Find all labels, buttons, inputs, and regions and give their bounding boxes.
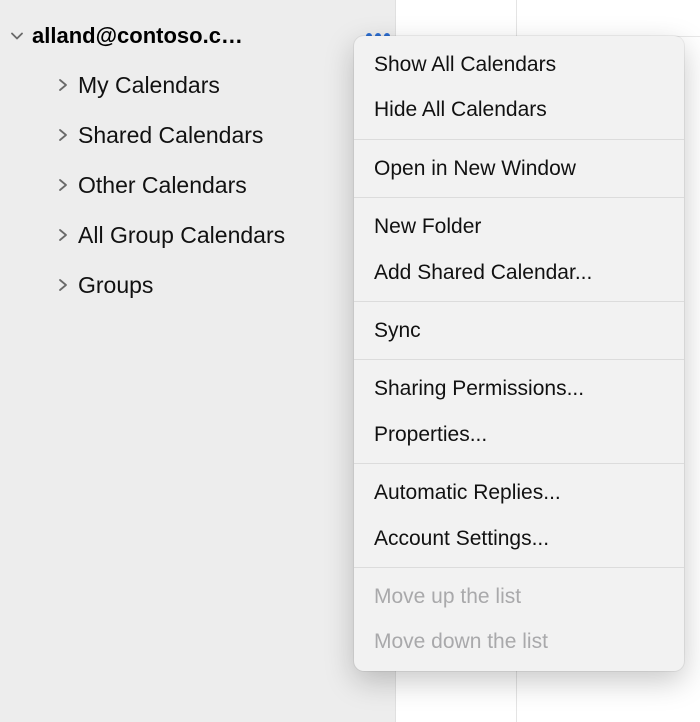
sidebar-item-all-group-calendars[interactable]: All Group Calendars	[0, 210, 395, 260]
menu-item-automatic-replies[interactable]: Automatic Replies...	[354, 470, 684, 515]
sidebar-item-groups[interactable]: Groups	[0, 260, 395, 310]
account-header-row[interactable]: alland@contoso.c…	[0, 18, 395, 54]
menu-item-show-all-calendars[interactable]: Show All Calendars	[354, 42, 684, 87]
menu-separator	[354, 197, 684, 198]
menu-separator	[354, 139, 684, 140]
menu-item-move-down: Move down the list	[354, 619, 684, 664]
menu-separator	[354, 463, 684, 464]
sidebar-item-other-calendars[interactable]: Other Calendars	[0, 160, 395, 210]
menu-item-hide-all-calendars[interactable]: Hide All Calendars	[354, 87, 684, 132]
sidebar-item-label: All Group Calendars	[78, 222, 285, 249]
menu-separator	[354, 301, 684, 302]
menu-item-sharing-permissions[interactable]: Sharing Permissions...	[354, 366, 684, 411]
chevron-right-icon	[52, 124, 74, 146]
menu-separator	[354, 567, 684, 568]
chevron-down-icon	[6, 25, 28, 47]
chevron-right-icon	[52, 274, 74, 296]
sidebar-item-label: Groups	[78, 272, 153, 299]
menu-item-open-in-new-window[interactable]: Open in New Window	[354, 146, 684, 191]
calendar-tree: My Calendars Shared Calendars Other Cale…	[0, 54, 395, 310]
sidebar-item-label: Other Calendars	[78, 172, 247, 199]
menu-item-new-folder[interactable]: New Folder	[354, 204, 684, 249]
menu-separator	[354, 359, 684, 360]
menu-item-sync[interactable]: Sync	[354, 308, 684, 353]
sidebar-item-shared-calendars[interactable]: Shared Calendars	[0, 110, 395, 160]
sidebar-item-my-calendars[interactable]: My Calendars	[0, 60, 395, 110]
sidebar-item-label: Shared Calendars	[78, 122, 263, 149]
account-context-menu: Show All Calendars Hide All Calendars Op…	[354, 36, 684, 671]
menu-item-add-shared-calendar[interactable]: Add Shared Calendar...	[354, 250, 684, 295]
chevron-right-icon	[52, 224, 74, 246]
account-email-label: alland@contoso.c…	[28, 23, 361, 49]
chevron-right-icon	[52, 174, 74, 196]
menu-item-account-settings[interactable]: Account Settings...	[354, 516, 684, 561]
menu-item-move-up: Move up the list	[354, 574, 684, 619]
calendar-sidebar: alland@contoso.c… My Calendars Shared Ca…	[0, 0, 395, 722]
sidebar-item-label: My Calendars	[78, 72, 220, 99]
chevron-right-icon	[52, 74, 74, 96]
menu-item-properties[interactable]: Properties...	[354, 412, 684, 457]
